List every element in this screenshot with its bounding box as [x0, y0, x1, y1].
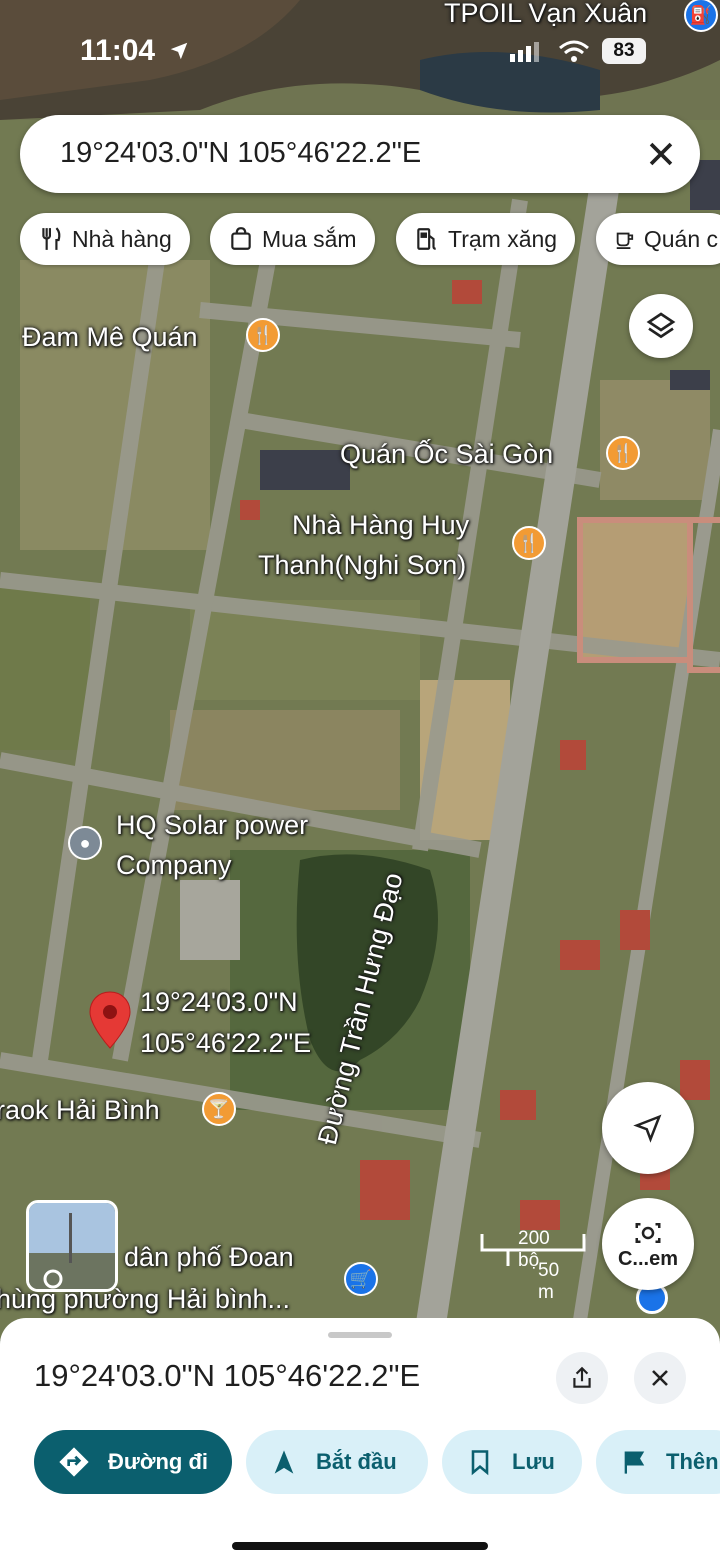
chip-restaurants[interactable]: Nhà hàng: [20, 213, 190, 265]
cocktail-pin-icon[interactable]: 🍸: [202, 1092, 236, 1126]
poi-label-nha-hang-line1[interactable]: Nhà Hàng Huy: [292, 508, 469, 542]
status-time: 11:04: [80, 34, 156, 67]
poi-label-dam-me-quan[interactable]: Đam Mê Quán: [22, 320, 198, 354]
sheet-close-button[interactable]: [634, 1352, 686, 1404]
directions-icon: [59, 1447, 89, 1477]
gas-pump-icon: [417, 228, 436, 250]
share-icon: [573, 1366, 591, 1388]
shopping-cart-pin-icon[interactable]: 🛒: [344, 1262, 378, 1296]
location-arrow-icon: [170, 42, 188, 60]
street-view-thumbnail[interactable]: [26, 1200, 118, 1292]
chip-label: Nhà hàng: [72, 225, 172, 252]
navigation-arrow-icon: [274, 1450, 294, 1474]
poi-label-quan-oc[interactable]: Quán Ốc Sài Gòn: [340, 437, 553, 471]
chip-cafe[interactable]: Quán c: [596, 213, 720, 265]
start-button[interactable]: Bắt đầu: [246, 1430, 428, 1494]
chip-label: Quán c: [643, 225, 718, 252]
chip-shopping[interactable]: Mua sắm: [210, 213, 375, 265]
my-location-button[interactable]: [602, 1082, 694, 1174]
camera-icon: [635, 1222, 661, 1243]
fork-knife-icon: [42, 227, 61, 250]
camera-label: C...em: [617, 1247, 679, 1270]
status-bar: 11:04 83: [0, 30, 720, 76]
street-view-image: [29, 1203, 115, 1289]
more-button[interactable]: Thên: [596, 1430, 720, 1494]
home-indicator[interactable]: [232, 1542, 488, 1550]
layers-button[interactable]: [629, 294, 693, 358]
wifi-icon: [559, 40, 589, 62]
close-icon: [652, 1370, 668, 1386]
poi-label-tpoil[interactable]: TPOIL Vạn Xuân: [444, 0, 647, 30]
chip-label: Trạm xăng: [448, 225, 558, 252]
directions-button[interactable]: Đường đi: [34, 1430, 232, 1494]
poi-label-nha-hang-line2[interactable]: Thanh(Nghi Sơn): [258, 548, 466, 582]
share-button[interactable]: [556, 1352, 608, 1404]
navigation-arrow-icon: [633, 1114, 662, 1143]
signal-icon: [510, 42, 539, 62]
poi-label-dan-pho-line1[interactable]: dân phố Đoan: [124, 1240, 294, 1274]
poi-label-karaoke[interactable]: raok Hải Bình: [0, 1093, 160, 1127]
search-query[interactable]: 19°24'03.0"N 105°46'22.2"E: [60, 137, 421, 170]
sheet-grabber[interactable]: [328, 1332, 392, 1338]
close-icon[interactable]: [644, 137, 678, 171]
place-pin-icon[interactable]: ●: [68, 826, 102, 860]
pin-coord-line2: 105°46'22.2"E: [140, 1028, 312, 1058]
poi-label-hq-line2[interactable]: Company: [116, 848, 232, 882]
bottom-sheet[interactable]: 19°24'03.0"N 105°46'22.2"E Đường đi Bắt …: [0, 1318, 720, 1564]
battery-indicator: 83: [602, 38, 646, 64]
action-label: Lưu: [512, 1449, 555, 1474]
search-bar[interactable]: 19°24'03.0"N 105°46'22.2"E: [20, 115, 700, 193]
action-label: Đường đi: [108, 1449, 208, 1474]
restaurant-pin-icon[interactable]: 🍴: [512, 526, 546, 560]
shopping-bag-icon: [231, 227, 251, 250]
poi-label-hq-line1[interactable]: HQ Solar power: [116, 808, 308, 842]
restaurant-pin-icon[interactable]: 🍴: [606, 436, 640, 470]
action-label: Bắt đầu: [316, 1449, 397, 1474]
bookmark-icon: [471, 1450, 489, 1476]
coffee-cup-icon: [616, 232, 634, 250]
action-label: Thên: [666, 1449, 719, 1474]
sheet-title: 19°24'03.0"N 105°46'22.2"E: [34, 1358, 421, 1393]
layers-icon: [646, 312, 676, 339]
restaurant-pin-icon[interactable]: 🍴: [246, 318, 280, 352]
save-button[interactable]: Lưu: [442, 1430, 582, 1494]
dropped-pin-icon[interactable]: [88, 990, 132, 1052]
chip-gas-station[interactable]: Trạm xăng: [396, 213, 576, 265]
pin-coord-line1: 19°24'03.0"N: [140, 987, 298, 1017]
flag-icon: [624, 1451, 645, 1474]
scale-meters: 50 m: [538, 1260, 560, 1303]
chip-label: Mua sắm: [262, 225, 357, 252]
camera-search-button[interactable]: C...em: [602, 1198, 694, 1290]
